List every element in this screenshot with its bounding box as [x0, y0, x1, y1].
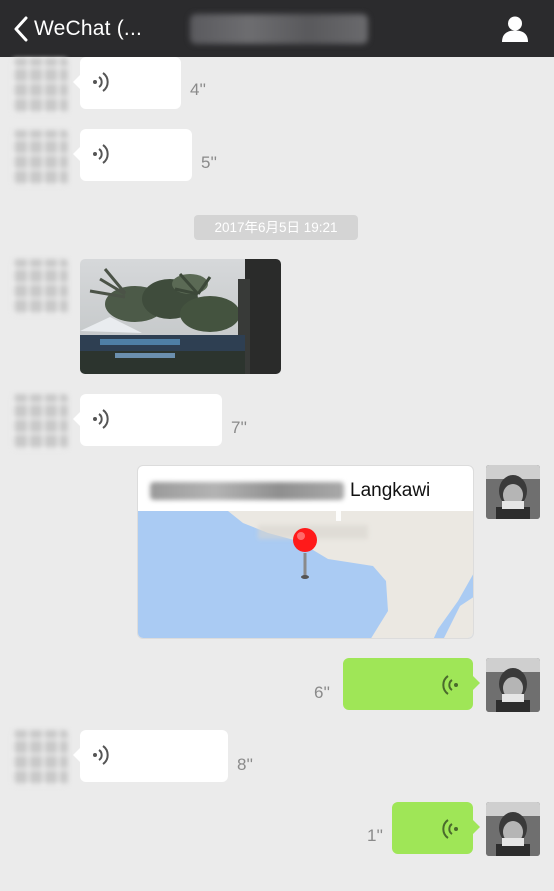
avatar[interactable] — [12, 259, 68, 315]
voice-duration: 5'' — [201, 153, 217, 172]
person-icon — [502, 16, 528, 42]
voice-duration: 6'' — [314, 683, 330, 702]
voice-wave-icon — [93, 409, 109, 429]
my-avatar[interactable] — [486, 658, 540, 712]
avatar[interactable] — [12, 130, 68, 186]
map-thumbnail — [138, 511, 473, 638]
voice-wave-icon — [442, 819, 458, 839]
chat-title — [190, 14, 368, 44]
chevron-left-icon — [14, 16, 28, 42]
voice-message[interactable] — [73, 730, 228, 782]
avatar-photo — [486, 465, 540, 519]
back-label: WeChat (... — [34, 17, 143, 40]
location-name-blurred — [150, 482, 344, 500]
voice-duration: 4'' — [190, 80, 206, 99]
my-avatar[interactable] — [486, 465, 540, 519]
voice-wave-icon — [442, 675, 458, 695]
voice-wave-icon — [93, 745, 109, 765]
avatar[interactable] — [12, 730, 68, 786]
voice-wave-icon — [93, 72, 109, 92]
back-button[interactable]: WeChat (... — [14, 12, 142, 46]
voice-message[interactable] — [73, 129, 192, 181]
location-title: Langkawi — [150, 480, 430, 502]
avatar[interactable] — [12, 58, 68, 114]
avatar[interactable] — [12, 394, 68, 450]
voice-duration: 8'' — [237, 755, 253, 774]
my-avatar[interactable] — [486, 802, 540, 856]
photo-message[interactable] — [80, 259, 281, 374]
chat-info-button[interactable] — [500, 14, 530, 44]
photo-thumbnail — [80, 259, 281, 374]
avatar-photo — [486, 802, 540, 856]
voice-duration: 1'' — [367, 826, 383, 845]
voice-message-sent[interactable] — [343, 658, 480, 710]
nav-bar: WeChat (... — [0, 0, 554, 57]
message-timestamp: 2017年6月5日 19:21 — [194, 215, 358, 240]
avatar-photo — [486, 658, 540, 712]
voice-message-sent[interactable] — [392, 802, 480, 854]
voice-wave-icon — [93, 144, 109, 164]
location-message[interactable]: Langkawi — [137, 465, 474, 639]
voice-message[interactable] — [73, 57, 181, 109]
location-name: Langkawi — [350, 480, 431, 501]
voice-message[interactable] — [73, 394, 222, 446]
voice-duration: 7'' — [231, 418, 247, 437]
